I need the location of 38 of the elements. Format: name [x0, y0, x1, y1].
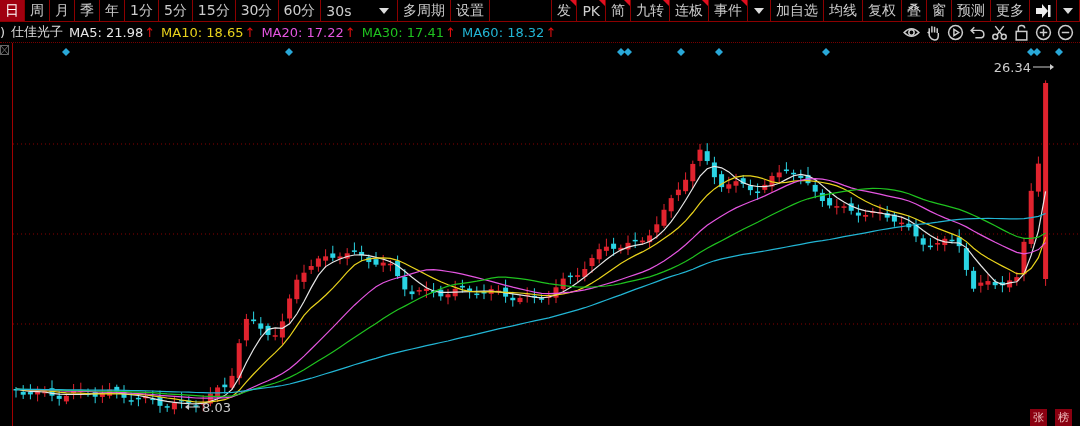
- zoom-in-icon[interactable]: [1035, 23, 1052, 41]
- scissors-icon[interactable]: [991, 23, 1008, 41]
- high-pointer-line: [1032, 64, 1054, 70]
- toolbar-button[interactable]: 发: [551, 0, 578, 21]
- moving-average-value: MA30: 17.41: [361, 24, 445, 40]
- zoom-out-icon[interactable]: [1057, 23, 1074, 41]
- trend-arrow: ↑: [144, 24, 156, 40]
- padlock-icon[interactable]: [1013, 23, 1030, 41]
- event-marker[interactable]: [617, 48, 625, 56]
- badge-button[interactable]: 张: [1030, 409, 1047, 426]
- hand-icon[interactable]: [925, 23, 942, 41]
- moving-average-value: MA10: 18.65: [161, 24, 244, 40]
- event-marker[interactable]: [677, 48, 685, 56]
- trend-arrow: ↑: [445, 24, 456, 40]
- event-marker[interactable]: [822, 48, 830, 56]
- event-marker[interactable]: [62, 48, 70, 56]
- high-price-label: 26.34: [993, 60, 1031, 75]
- trend-arrow: ↑: [244, 24, 256, 40]
- low-pointer-line: [185, 404, 201, 410]
- stock-name: 仕佳光子: [11, 23, 64, 41]
- moving-average-value: MA5: 21.98: [69, 24, 144, 40]
- event-marker[interactable]: [715, 48, 723, 56]
- bracket-text: ): [0, 24, 6, 40]
- trend-arrow: ↑: [344, 24, 356, 40]
- moving-average-value: MA60: 18.32: [462, 24, 545, 40]
- close-box-icon[interactable]: [0, 45, 9, 55]
- period-tab[interactable]: 日: [0, 0, 25, 21]
- play-circle-icon[interactable]: [947, 23, 964, 41]
- event-marker[interactable]: [285, 48, 293, 56]
- event-marker[interactable]: [1033, 48, 1041, 56]
- trend-arrow: ↑: [545, 24, 557, 40]
- low-price-label: 8.03: [202, 400, 231, 415]
- badge-button[interactable]: 榜: [1055, 409, 1072, 426]
- event-marker[interactable]: [1027, 48, 1035, 56]
- event-marker[interactable]: [624, 48, 632, 56]
- event-marker[interactable]: [1055, 48, 1063, 56]
- arrow-to-bar-icon: [1035, 3, 1051, 18]
- moving-average-value: MA20: 17.22: [261, 24, 344, 40]
